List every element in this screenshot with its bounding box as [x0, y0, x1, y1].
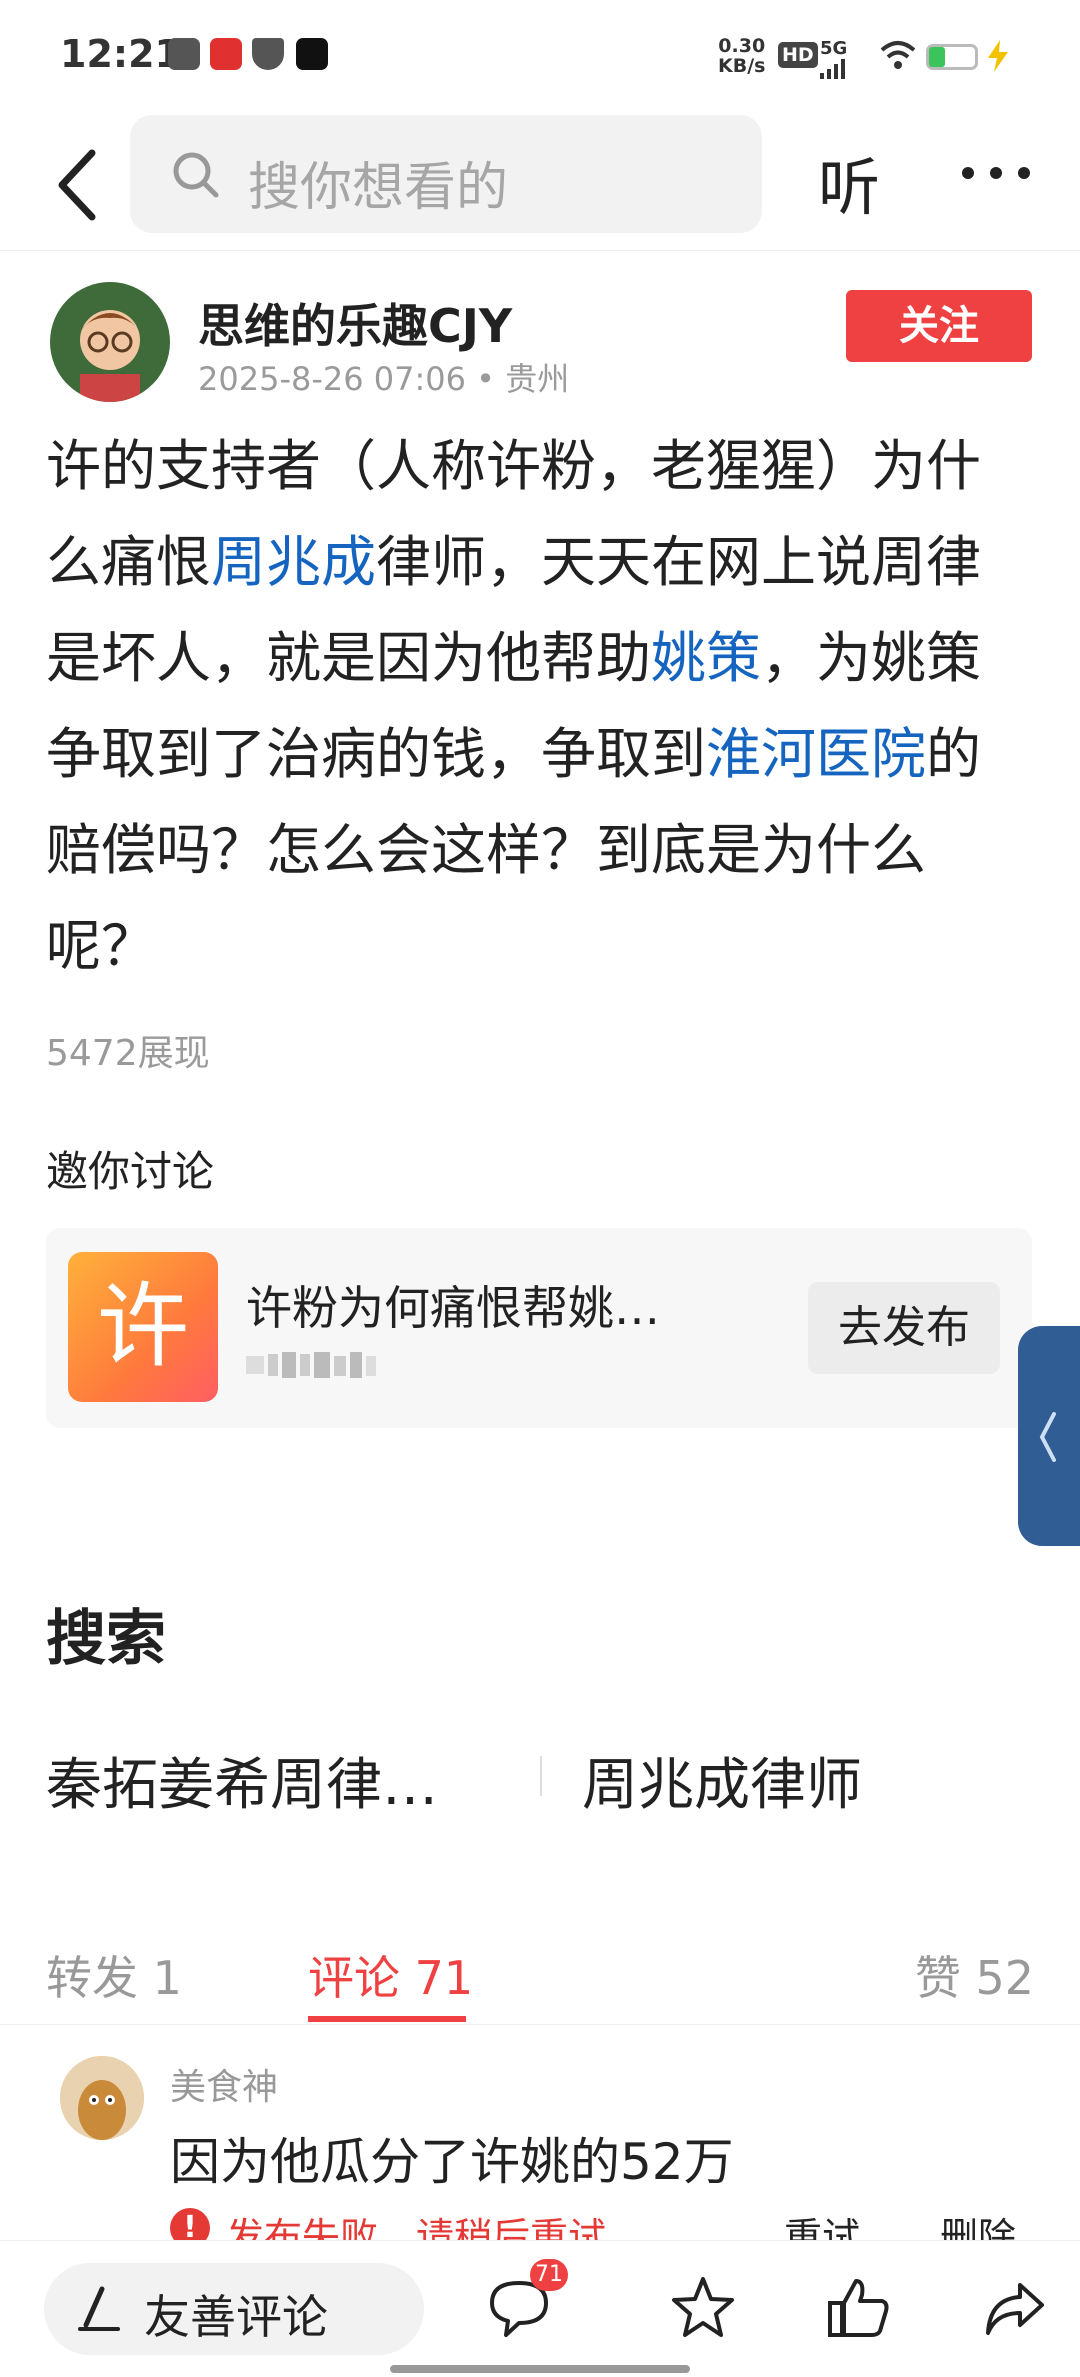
post-meta: 2025-8-26 07:06 • 贵州	[198, 360, 570, 398]
tiktok-icon	[296, 38, 328, 70]
shield-icon	[252, 38, 284, 70]
topic-subtitle-placeholder	[246, 1352, 376, 1378]
comment-count-badge: 71	[530, 2259, 568, 2291]
pen-icon	[78, 2286, 120, 2331]
chevron-left-icon	[1039, 1412, 1056, 1462]
search-placeholder: 搜你想看的	[248, 158, 509, 218]
author-avatar[interactable]	[50, 282, 170, 402]
side-drawer-tab[interactable]	[1018, 1326, 1080, 1546]
commenter-avatar[interactable]	[60, 2056, 144, 2140]
signal-label: 5G	[820, 38, 848, 59]
invite-title: 邀你讨论	[46, 1147, 215, 1196]
listen-button[interactable]: 听	[818, 137, 880, 227]
signal-icon: 5G	[820, 38, 847, 79]
status-bar: 12:21 0.30 KB/s HD 5G	[0, 0, 1080, 115]
author-name[interactable]: 思维的乐趣CJY	[198, 290, 512, 356]
battery-level	[929, 47, 946, 67]
divider	[540, 1756, 542, 1796]
like-icon[interactable]	[824, 2273, 894, 2343]
signal-bars-icon	[820, 59, 845, 79]
comment-input-placeholder: 友善评论	[144, 2290, 328, 2344]
hd-badge: HD	[778, 42, 818, 68]
back-icon[interactable]	[44, 135, 114, 235]
app-notification-icon	[168, 38, 200, 70]
interaction-tabs: 转发 1 评论 71 赞 52	[0, 1930, 1080, 2025]
topic-link[interactable]: 周兆成	[211, 530, 376, 594]
comment-text: 因为他瓜分了许姚的52万	[170, 2133, 734, 2191]
top-nav: 搜你想看的 听	[0, 115, 1080, 251]
search-input[interactable]: 搜你想看的	[130, 115, 762, 233]
tab-repost[interactable]: 转发 1	[46, 1942, 182, 2008]
commenter-name[interactable]: 美食神	[170, 2058, 278, 2110]
tab-comments[interactable]: 评论 71	[308, 1942, 473, 2008]
topic-link[interactable]: 姚策	[651, 626, 761, 690]
battery-icon	[926, 44, 978, 70]
star-icon[interactable]	[668, 2273, 738, 2343]
search-section-title: 搜索	[46, 1604, 166, 1674]
net-speed-value: 0.30	[718, 35, 766, 57]
topic-title: 许粉为何痛恨帮姚…	[246, 1281, 660, 1335]
more-icon[interactable]	[956, 143, 1036, 203]
topic-icon: 许	[68, 1252, 218, 1402]
network-speed: 0.30 KB/s	[718, 36, 765, 76]
post-body: 许的支持者（人称许粉，老猩猩）为什么痛恨周兆成律师，天天在网上说周律是坏人，就是…	[46, 418, 1016, 994]
topic-link[interactable]: 淮河医院	[706, 722, 926, 786]
search-term[interactable]: 秦拓姜希周律…	[46, 1740, 438, 1821]
tab-likes[interactable]: 赞 52	[915, 1942, 1034, 2008]
charging-icon	[988, 40, 1008, 72]
tab-indicator	[308, 2016, 466, 2022]
wifi-icon	[880, 41, 916, 69]
search-icon	[173, 152, 219, 198]
view-count: 5472展现	[46, 1033, 210, 1074]
net-speed-unit: KB/s	[718, 55, 766, 77]
follow-button[interactable]: 关注	[846, 290, 1032, 362]
share-icon[interactable]	[980, 2273, 1050, 2343]
home-indicator	[390, 2365, 690, 2373]
bottom-action-bar: 友善评论 71	[0, 2240, 1080, 2377]
search-term[interactable]: 周兆成律师	[582, 1740, 862, 1821]
status-time: 12:21	[60, 32, 181, 76]
app-notification-icon	[210, 38, 242, 70]
publish-button[interactable]: 去发布	[808, 1282, 1000, 1374]
comment-input[interactable]: 友善评论	[44, 2263, 424, 2355]
topic-card[interactable]: 许 许粉为何痛恨帮姚… 去发布	[46, 1228, 1032, 1428]
